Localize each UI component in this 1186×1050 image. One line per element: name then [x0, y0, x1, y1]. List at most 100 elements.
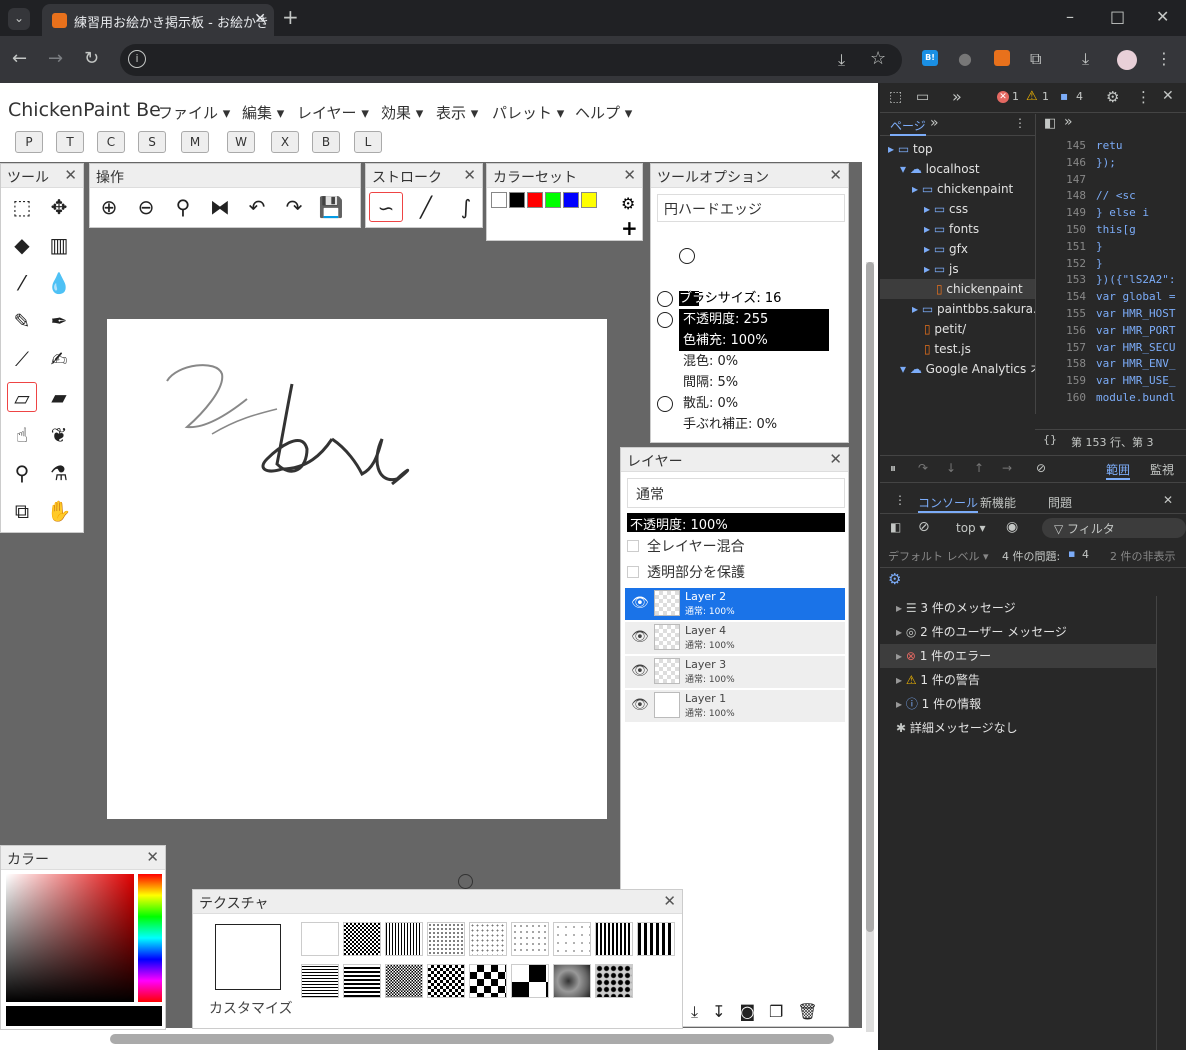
texture-swatch[interactable] [469, 922, 507, 956]
pen-tool-icon[interactable]: ✒ [44, 306, 74, 336]
color-swatch[interactable] [581, 192, 597, 208]
pressure-toggle-icon[interactable] [657, 291, 673, 307]
extension-html5-icon[interactable] [994, 50, 1010, 66]
clear-console-icon[interactable]: ⊘ [918, 519, 930, 535]
expand-arrow-icon[interactable]: ▸ [896, 601, 906, 615]
shortcut-x-button[interactable]: X [271, 131, 299, 153]
layer-visibility-eye-icon[interactable]: 👁 [631, 697, 649, 713]
brush-size-slider[interactable]: ブラシサイズ: 16 [657, 288, 837, 309]
hatena-bookmark-extension-icon[interactable]: B! [922, 50, 938, 66]
layer-item[interactable]: 👁 Layer 2 通常: 100% [625, 588, 845, 620]
reload-icon[interactable]: ↻ [84, 49, 99, 69]
issues-label[interactable]: 4 件の問題: [1002, 548, 1060, 564]
file-tree-item[interactable]: ▾ ☁ localhost [880, 159, 1035, 179]
extension-mouse-icon[interactable]: ● [958, 49, 972, 69]
pretty-print-icon[interactable]: {} [1043, 433, 1057, 446]
spacing-slider[interactable]: 間隔: 5% [657, 372, 837, 393]
texture-swatch[interactable] [427, 922, 465, 956]
blur-tool-icon[interactable]: 💧 [44, 268, 74, 298]
gear-icon[interactable]: ⚙ [621, 194, 635, 213]
shortcut-c-button[interactable]: C [97, 131, 125, 153]
close-icon[interactable]: ✕ [829, 166, 842, 184]
eraser-tool-icon[interactable]: ▱ [7, 382, 37, 412]
console-sidebar-item[interactable]: ▸ ⚠ 1 件の警告 [880, 668, 1156, 692]
close-icon[interactable]: ✕ [663, 892, 676, 910]
texture-swatch[interactable] [637, 922, 675, 956]
console-sidebar-item[interactable]: ▸ ◎ 2 件のユーザー メッセージ [880, 620, 1156, 644]
color-swatch[interactable] [563, 192, 579, 208]
eyedropper-tool-icon[interactable]: ⁄ [7, 268, 37, 298]
deactivate-breakpoints-icon[interactable]: ⊘ [1036, 461, 1046, 475]
bookmark-star-icon[interactable]: ☆ [870, 49, 886, 69]
pressure-toggle-icon[interactable] [657, 396, 673, 412]
texture-swatch[interactable] [385, 964, 423, 998]
menu-view[interactable]: 表示 ▾ [436, 102, 478, 123]
delete-layer-icon[interactable]: 🗑 [797, 1002, 817, 1022]
settings-gear-icon[interactable]: ⚙ [1106, 88, 1119, 106]
tab-page[interactable]: ページ [890, 117, 926, 136]
more-editor-tabs-icon[interactable]: » [1064, 114, 1073, 130]
tab-scope[interactable]: 範囲 [1106, 461, 1131, 480]
add-color-icon[interactable]: + [621, 216, 638, 240]
texture-swatch[interactable] [301, 922, 339, 956]
layer-item[interactable]: 👁 Layer 3 通常: 100% [625, 656, 845, 688]
duplicate-layer-icon[interactable]: ❐ [769, 1002, 783, 1022]
flip-horizontal-icon[interactable]: ⧓ [205, 192, 235, 222]
issues-count[interactable]: 4 [1082, 548, 1089, 561]
color-swatch[interactable] [491, 192, 507, 208]
navigator-menu-icon[interactable]: ⋮ [1014, 116, 1026, 130]
expand-arrow-icon[interactable]: ▸ [896, 625, 906, 639]
rect-select-tool-icon[interactable]: ⬚ [7, 192, 37, 222]
color-swatch[interactable] [545, 192, 561, 208]
browser-menu-icon[interactable]: ⋮ [1156, 49, 1172, 69]
expand-arrow-icon[interactable]: ▸ [896, 673, 906, 687]
redo-icon[interactable]: ↷ [279, 192, 309, 222]
airbrush-tool-icon[interactable]: ⟋ [7, 344, 37, 374]
save-icon[interactable]: 💾 [316, 192, 346, 222]
profile-avatar[interactable] [1117, 50, 1137, 70]
blend-mode-select[interactable]: 通常 [627, 478, 845, 508]
expand-arrow-icon[interactable]: ▸ [896, 649, 906, 663]
texture-swatch[interactable] [385, 922, 423, 956]
pause-icon[interactable]: ⏸ [890, 461, 896, 476]
texture-swatch[interactable] [427, 964, 465, 998]
download-icon[interactable]: ⤓ [838, 50, 845, 70]
layer-visibility-eye-icon[interactable]: 👁 [631, 629, 649, 645]
scatter-slider[interactable]: 散乱: 0% [657, 393, 837, 414]
device-toolbar-icon[interactable]: ▭ [916, 89, 929, 105]
file-tree-item[interactable]: ▸ ▭ chickenpaint [880, 179, 1035, 199]
menu-palette[interactable]: パレット ▾ [492, 102, 564, 123]
soft-eraser-tool-icon[interactable]: ▰ [44, 382, 74, 412]
console-sidebar-item[interactable]: ▸ ☰ 3 件のメッセージ [880, 596, 1156, 620]
downloads-icon[interactable]: ⤓ [1082, 49, 1089, 69]
file-tree-item[interactable]: ▸ ▭ css [880, 199, 1035, 219]
close-icon[interactable]: ✕ [146, 848, 159, 866]
sample-all-checkbox[interactable] [627, 540, 639, 552]
console-sidebar-item[interactable]: ✱ 詳細メッセージなし [880, 716, 1156, 740]
shortcut-t-button[interactable]: T [56, 131, 84, 153]
layer-item[interactable]: 👁 Layer 1 通常: 100% [625, 690, 845, 722]
texture-swatch[interactable] [343, 922, 381, 956]
more-tabs-icon[interactable]: » [952, 87, 962, 106]
default-levels-select[interactable]: デフォルト レベル ▾ [888, 548, 989, 564]
gradient-tool-icon[interactable]: ▥ [44, 230, 74, 260]
browser-tab[interactable]: 練習用お絵かき掲示板 - お絵かき ✕ [42, 4, 274, 36]
sample-all-option[interactable]: 全レイヤー混合 [627, 536, 745, 556]
opacity-slider[interactable]: 不透明度: 255 [657, 309, 837, 330]
hand-tool-icon[interactable]: ✋ [44, 496, 74, 526]
burn-tool-icon[interactable]: ⚗ [44, 458, 74, 488]
zoom-100-icon[interactable]: ⚲ [168, 192, 198, 222]
file-tree-item[interactable]: ▯ petit/ [880, 319, 1035, 339]
sidebar-toggle-icon[interactable]: ◧ [890, 520, 901, 534]
shortcut-m-button[interactable]: M [181, 131, 209, 153]
expand-arrow-icon[interactable]: ▸ [896, 697, 906, 711]
smoothing-slider[interactable]: 手ぶれ補正: 0% [657, 414, 837, 435]
color-fill-slider[interactable]: 色補充: 100% [657, 330, 837, 351]
vertical-scrollbar[interactable] [866, 262, 874, 1032]
file-tree-item[interactable]: ▸ ▭ fonts [880, 219, 1035, 239]
zoom-in-icon[interactable]: ⊕ [94, 192, 124, 222]
tab-whats-new[interactable]: 新機能 [980, 494, 1016, 511]
texture-customize-label[interactable]: カスタマイズ [209, 998, 293, 1018]
lock-alpha-option[interactable]: 透明部分を保護 [627, 562, 745, 582]
layer-opacity-slider[interactable]: 不透明度: 100% [627, 513, 845, 533]
